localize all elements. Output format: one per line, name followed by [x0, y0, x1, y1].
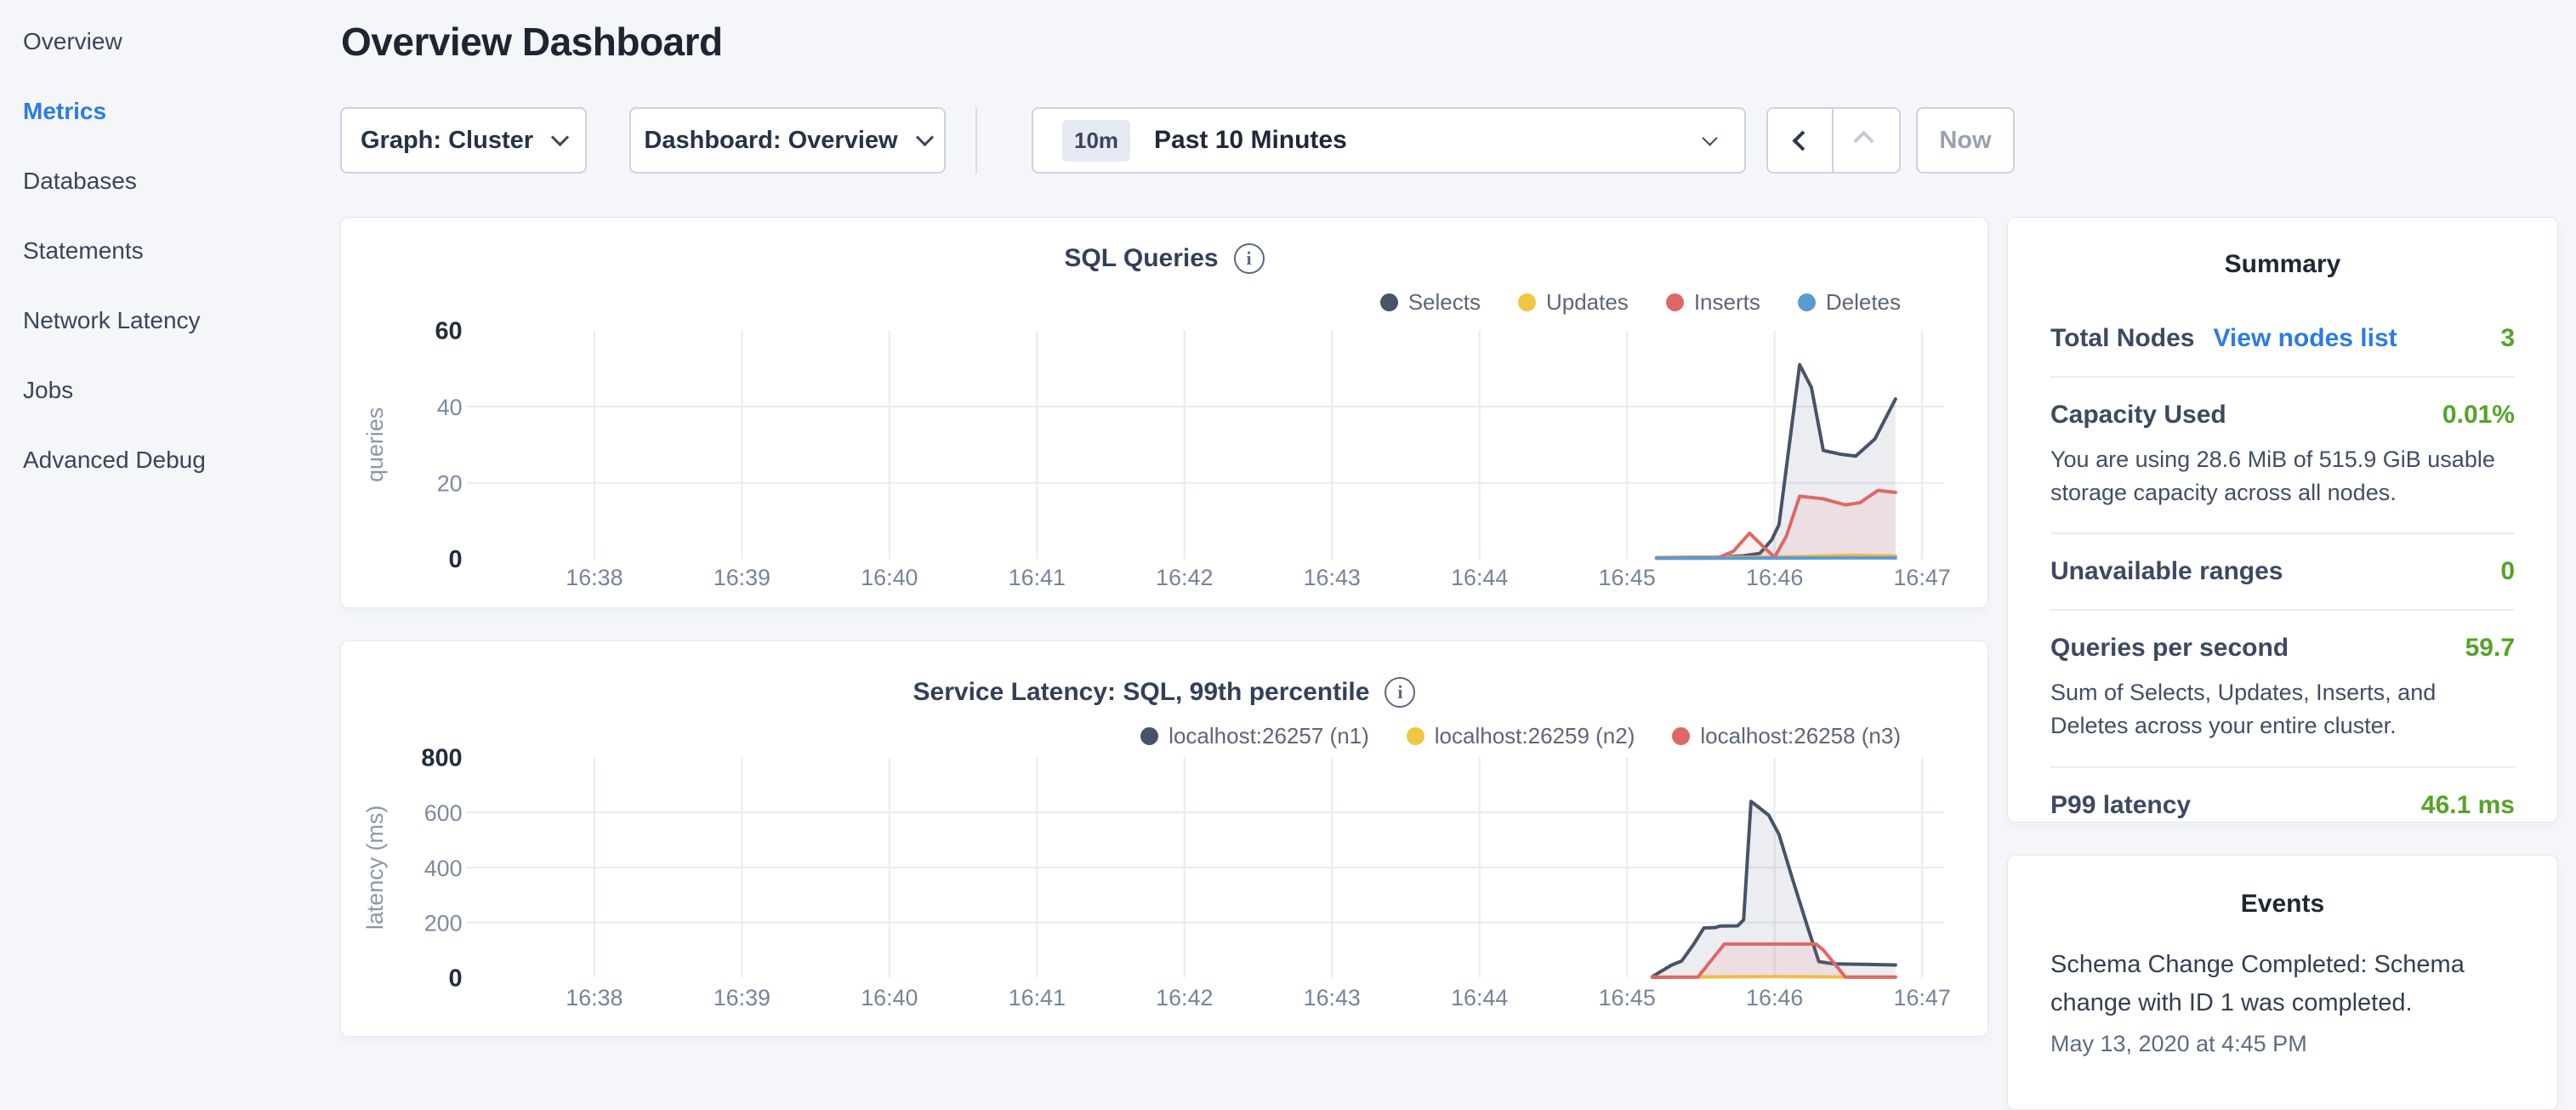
x-tick-label: 16:44: [1451, 985, 1508, 1010]
sql-queries-plot[interactable]: 16:38 16:39 16:40 16:41 16:42 16:43 16:44 16:45…: [341, 218, 1987, 607]
now-button[interactable]: Now: [1916, 107, 2015, 174]
summary-row-value: 3: [2500, 324, 2515, 353]
x-tick-label: 16:43: [1304, 565, 1361, 590]
x-tick-label: 16:47: [1893, 565, 1950, 590]
x-tick-label: 16:41: [1009, 565, 1066, 590]
sidebar: Overview Metrics Databases Statements Ne…: [0, 0, 340, 1051]
x-tick-label: 16:42: [1156, 565, 1213, 590]
time-range-badge: 10m: [1062, 120, 1130, 162]
y-tick-label: 600: [424, 800, 463, 826]
x-tick-label: 16:41: [1009, 985, 1066, 1010]
summary-row-total-nodes: Total Nodes View nodes list 3: [2050, 301, 2515, 378]
summary-row-label: Total Nodes: [2050, 324, 2194, 353]
summary-row-note: Sum of Selects, Updates, Inserts, and De…: [2050, 676, 2515, 743]
sidebar-item-metrics[interactable]: Metrics: [0, 77, 340, 146]
sidebar-item-jobs[interactable]: Jobs: [0, 356, 340, 425]
summary-row-note: You are using 28.6 MiB of 515.9 GiB usab…: [2050, 443, 2515, 509]
x-tick-label: 16:45: [1599, 565, 1656, 590]
x-tick-label: 16:38: [566, 565, 623, 590]
x-tick-label: 16:44: [1451, 565, 1508, 590]
y-tick-label: 400: [424, 856, 463, 881]
summary-row-value: 46.1 ms: [2421, 791, 2515, 820]
service-latency-plot[interactable]: 16:38 16:39 16:40 16:41 16:42 16:43 16:44 16:45…: [341, 641, 1987, 1036]
toolbar-divider: [975, 107, 977, 174]
x-tick-label: 16:43: [1304, 985, 1361, 1010]
sql-queries-chart-card: SQL Queries i SelectsUpdatesInsertsDelet…: [340, 217, 1988, 608]
y-tick-label: 200: [424, 911, 463, 936]
service-latency-chart-card: Service Latency: SQL, 99th percentile i …: [340, 640, 1988, 1037]
summary-row-p99-latency: P99 latency 46.1 ms: [2050, 768, 2515, 843]
y-tick-label: 0: [449, 546, 463, 573]
summary-row-label: P99 latency: [2050, 791, 2191, 820]
x-tick-label: 16:46: [1746, 565, 1803, 590]
events-title: Events: [2050, 890, 2515, 919]
event-item-time: May 13, 2020 at 4:45 PM: [2050, 1031, 2515, 1057]
y-tick-label: 800: [421, 744, 462, 771]
chevron-right-icon: [1853, 130, 1874, 151]
sidebar-item-network-latency[interactable]: Network Latency: [0, 286, 340, 356]
prev-range-button[interactable]: [1768, 109, 1834, 172]
summary-row-value: 59.7: [2465, 634, 2515, 663]
x-tick-label: 16:38: [566, 985, 623, 1010]
chevron-down-icon: [915, 128, 933, 145]
y-tick-label: 40: [437, 395, 463, 420]
graph-dropdown[interactable]: Graph: Cluster: [340, 107, 587, 174]
dashboard-dropdown[interactable]: Dashboard: Overview: [629, 107, 946, 174]
y-tick-label: 20: [437, 471, 463, 497]
x-tick-label: 16:40: [861, 565, 918, 590]
y-tick-label: 0: [448, 965, 462, 992]
summary-row-label: Capacity Used: [2050, 401, 2226, 430]
sidebar-item-label: Statements: [23, 237, 144, 265]
x-tick-label: 16:42: [1156, 985, 1213, 1010]
x-tick-label: 16:45: [1599, 985, 1656, 1010]
summary-row-value: 0.01%: [2442, 401, 2515, 430]
chevron-left-icon: [1792, 130, 1812, 151]
sidebar-item-label: Advanced Debug: [23, 447, 206, 474]
x-tick-label: 16:46: [1746, 985, 1803, 1010]
summary-panel: Summary Total Nodes View nodes list 3 Ca…: [2007, 217, 2558, 823]
y-axis-title: queries: [362, 407, 388, 482]
sidebar-item-label: Metrics: [23, 98, 106, 125]
time-pager: [1766, 107, 1901, 174]
page-title: Overview Dashboard: [341, 19, 723, 65]
x-tick-label: 16:47: [1894, 985, 1951, 1010]
now-button-label: Now: [1939, 127, 1991, 155]
x-tick-label: 16:39: [714, 565, 771, 590]
x-tick-label: 16:40: [861, 985, 918, 1010]
sidebar-item-label: Jobs: [23, 377, 73, 404]
y-tick-label: 60: [435, 317, 462, 344]
x-tick-label: 16:39: [714, 985, 771, 1010]
summary-row-queries-per-second: Queries per second 59.7 Sum of Selects, …: [2050, 611, 2515, 767]
time-range-selector[interactable]: 10m Past 10 Minutes: [1032, 107, 1746, 174]
summary-rows: Total Nodes View nodes list 3 Capacity U…: [2050, 301, 2515, 843]
sidebar-item-label: Overview: [23, 28, 122, 55]
sidebar-item-label: Network Latency: [23, 307, 201, 334]
sidebar-item-statements[interactable]: Statements: [0, 216, 340, 286]
y-axis-title: latency (ms): [362, 805, 388, 930]
chevron-down-icon: [551, 128, 569, 145]
summary-row-unavailable-ranges: Unavailable ranges 0: [2050, 534, 2515, 611]
summary-row-label: Queries per second: [2050, 634, 2289, 663]
summary-title: Summary: [2050, 250, 2515, 279]
events-panel: Events Schema Change Completed: Schema c…: [2007, 855, 2558, 1110]
sidebar-item-overview[interactable]: Overview: [0, 7, 340, 77]
chevron-down-icon: [1702, 130, 1717, 145]
time-range-label: Past 10 Minutes: [1154, 126, 1347, 155]
sidebar-item-advanced-debug[interactable]: Advanced Debug: [0, 425, 340, 495]
overview-dashboard-page: { "sidebar": { "items": [ { "label": "Ov…: [0, 0, 2576, 1051]
next-range-button[interactable]: [1834, 109, 1899, 172]
graph-dropdown-label: Graph: Cluster: [361, 127, 533, 155]
summary-row-value: 0: [2500, 557, 2515, 586]
sidebar-item-databases[interactable]: Databases: [0, 146, 340, 216]
sidebar-item-label: Databases: [23, 168, 137, 195]
view-nodes-list-link[interactable]: View nodes list: [2213, 324, 2397, 353]
summary-row-label: Unavailable ranges: [2050, 557, 2283, 586]
summary-row-capacity-used: Capacity Used 0.01% You are using 28.6 M…: [2050, 378, 2515, 534]
event-item-text[interactable]: Schema Change Completed: Schema change w…: [2050, 946, 2515, 1022]
dashboard-dropdown-label: Dashboard: Overview: [644, 127, 897, 155]
